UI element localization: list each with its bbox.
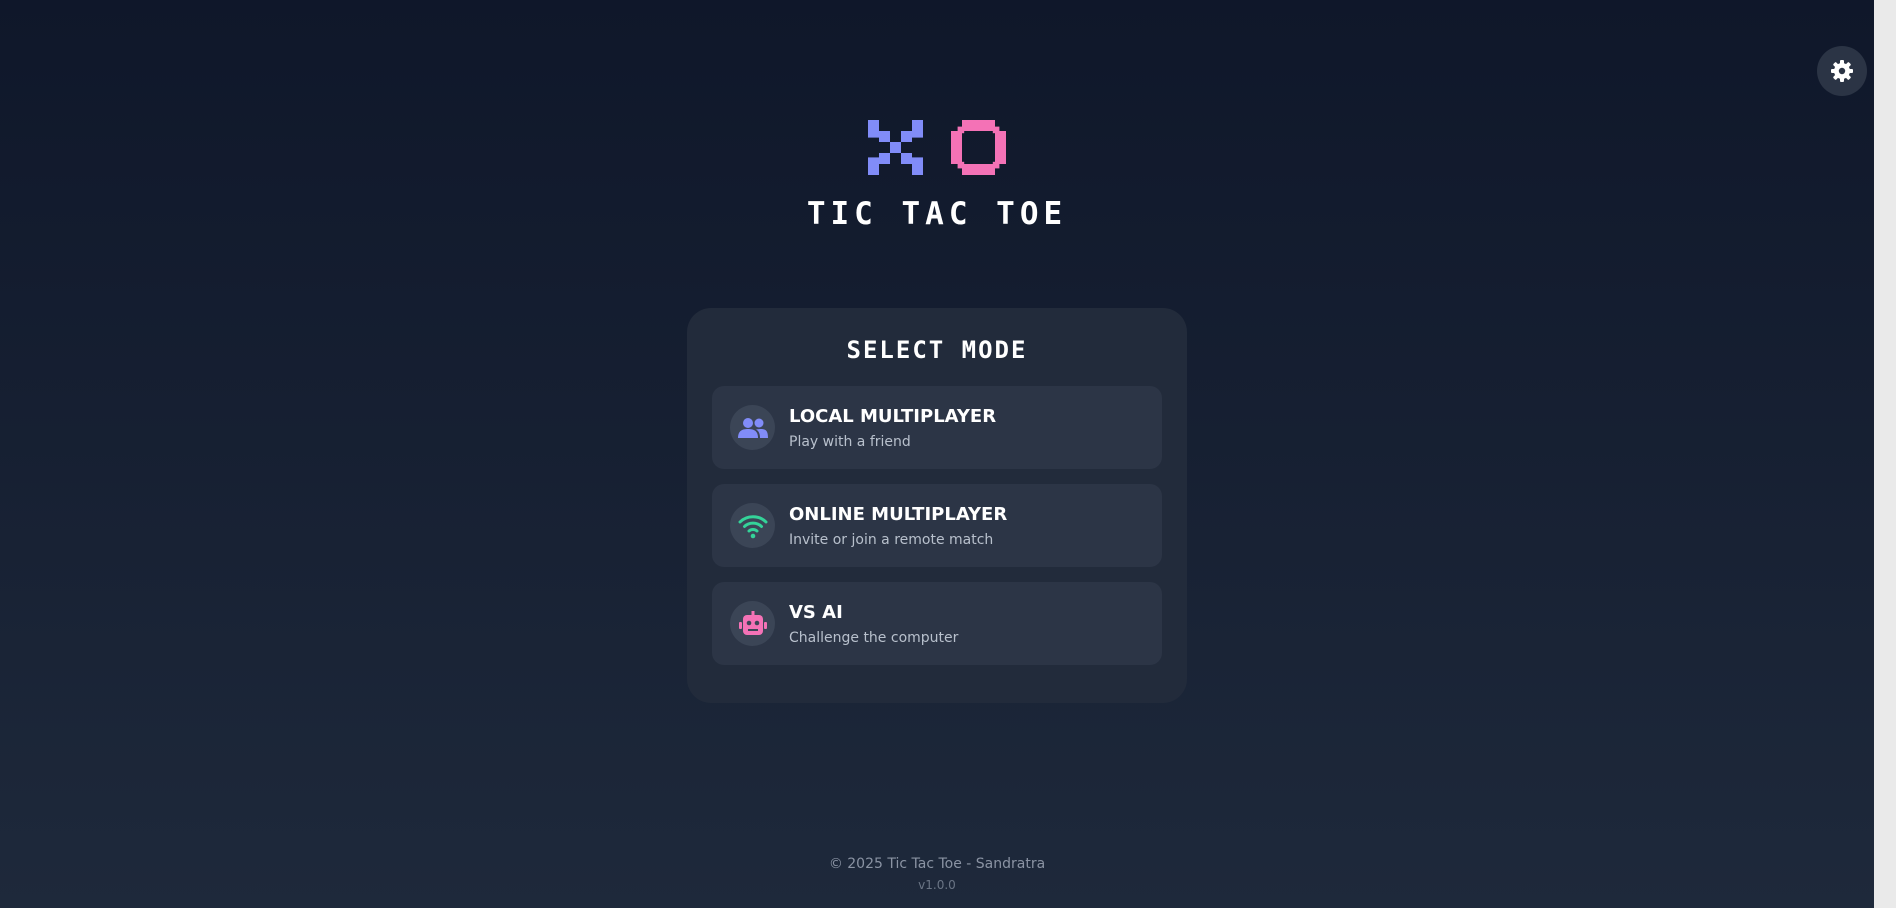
option-description: Challenge the computer (789, 630, 959, 646)
mode-select-card: SELECT MODE LOCAL MULTIPLAYER Play with … (687, 308, 1187, 703)
footer-copyright: © 2025 Tic Tac Toe - Sandratra (828, 856, 1046, 872)
icon-circle (730, 503, 775, 548)
option-label: LOCAL MULTIPLAYER (789, 406, 997, 427)
mode-card-title: SELECT MODE (846, 336, 1028, 364)
app-title: TIC TAC TOE (806, 196, 1068, 232)
vertical-scrollbar[interactable] (1874, 0, 1896, 908)
footer-version: v1.0.0 (918, 878, 956, 892)
x-logo-icon (868, 120, 923, 175)
robot-icon (738, 610, 767, 635)
icon-circle (730, 405, 775, 450)
o-logo-icon (951, 120, 1006, 175)
local-multiplayer-option[interactable]: LOCAL MULTIPLAYER Play with a friend (712, 386, 1162, 469)
option-description: Play with a friend (789, 434, 911, 450)
users-icon (737, 417, 768, 438)
option-description: Invite or join a remote match (789, 532, 994, 548)
option-label: VS AI (789, 602, 843, 623)
logo (0, 120, 1874, 175)
icon-circle (730, 601, 775, 646)
vs-ai-option[interactable]: VS AI Challenge the computer (712, 582, 1162, 665)
option-label: ONLINE MULTIPLAYER (789, 504, 1008, 525)
settings-button[interactable] (1817, 46, 1867, 96)
wifi-icon (738, 514, 767, 538)
online-multiplayer-option[interactable]: ONLINE MULTIPLAYER Invite or join a remo… (712, 484, 1162, 567)
gear-icon (1831, 60, 1853, 82)
